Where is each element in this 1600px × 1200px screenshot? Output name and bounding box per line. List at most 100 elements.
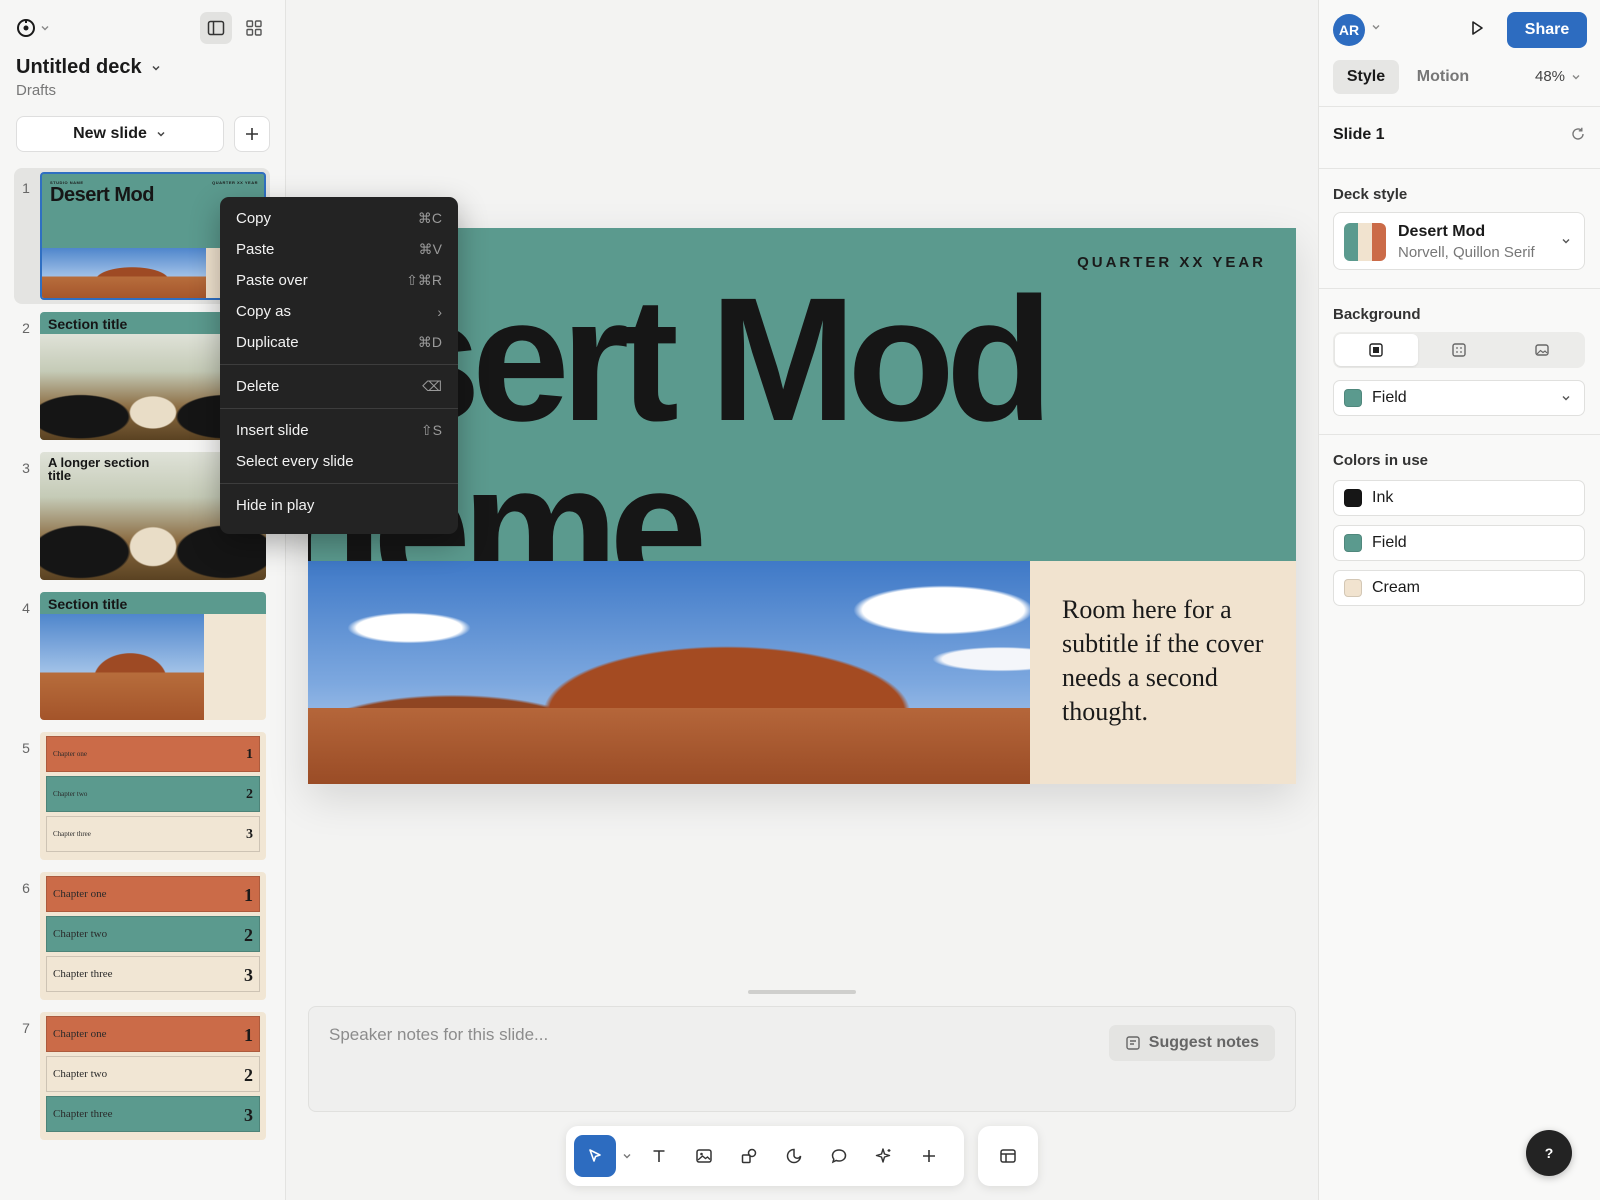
menu-item-label: Hide in play (236, 497, 315, 514)
deck-style-select[interactable]: Desert Mod Norvell, Quillon Serif (1333, 212, 1585, 270)
background-solid-button[interactable] (1335, 334, 1418, 366)
zoom-level: 48% (1535, 68, 1566, 85)
chapter-label: Chapter one (53, 1028, 107, 1040)
background-image-button[interactable] (1500, 334, 1583, 366)
deck-title-button[interactable]: Untitled deck (16, 56, 162, 79)
menu-item-label: Copy as (236, 303, 292, 320)
layout-button[interactable] (987, 1135, 1029, 1177)
menu-item-copy-as[interactable]: Copy as › (220, 296, 458, 327)
background-color-value: Field (1372, 389, 1407, 406)
theme-swatch (1344, 223, 1386, 261)
chapter-number: 1 (244, 1025, 253, 1045)
slide-label: Slide 1 (1333, 126, 1385, 143)
slide-preview: Section title (40, 592, 266, 720)
slide-number: 5 (22, 740, 30, 756)
menu-item-label: Delete (236, 378, 280, 395)
sidebar-view-button[interactable] (200, 12, 232, 44)
thumb-title: Section title (48, 596, 128, 612)
select-tool-menu[interactable] (619, 1151, 635, 1161)
zoom-control[interactable]: 48% (1535, 68, 1581, 85)
menu-item-hide-in-play[interactable]: Hide in play (220, 490, 458, 521)
background-type-toggle (1333, 332, 1585, 368)
refresh-icon (1572, 127, 1584, 140)
menu-item-copy[interactable]: Copy ⌘C (220, 203, 458, 234)
reset-button[interactable] (1570, 126, 1586, 147)
chapter-label: Chapter three (53, 830, 91, 838)
slide-subtitle[interactable]: Room here for a subtitle if the cover ne… (1062, 593, 1282, 729)
menu-item-label: Insert slide (236, 422, 309, 439)
slide-preview: Chapter one 1 Chapter two 2 Chapter three 3 (40, 872, 266, 1000)
context-menu: Copy ⌘C Paste ⌘V Paste over ⇧⌘R Copy as › Du… (220, 197, 458, 534)
sticker-icon (786, 1148, 802, 1164)
slide-kicker-right[interactable]: QUARTER XX YEAR (1077, 254, 1266, 271)
image-tool-button[interactable] (683, 1135, 725, 1177)
tab-motion[interactable]: Motion (1403, 60, 1483, 94)
select-tool-button[interactable] (574, 1135, 616, 1177)
insert-tool-button[interactable] (908, 1135, 950, 1177)
sidebar-header (16, 12, 270, 44)
properties-panel: AR Share Style Motion 48% Slide 1 Deck s… (1318, 0, 1600, 1200)
ai-tool-button[interactable] (863, 1135, 905, 1177)
menu-item-delete[interactable]: Delete ⌫ (220, 371, 458, 402)
menu-item-insert-slide[interactable]: Insert slide ⇧S (220, 415, 458, 446)
image-icon (696, 1149, 712, 1163)
thumb-title: A longer section title (48, 455, 150, 483)
chevron-down-icon (1572, 74, 1580, 79)
chapter-row: Chapter two 2 (46, 1056, 260, 1092)
backspace-icon: ⌫ (422, 378, 442, 394)
avatar[interactable]: AR (1333, 14, 1365, 46)
chapter-row: Chapter one 1 (46, 736, 260, 772)
notes-resize-handle[interactable] (748, 990, 856, 994)
new-slide-label: New slide (73, 125, 147, 142)
background-pattern-button[interactable] (1418, 334, 1501, 366)
thumb-photo (42, 248, 206, 298)
text-tool-button[interactable] (638, 1135, 680, 1177)
menu-item-label: Paste (236, 241, 275, 258)
menu-item-label: Select every slide (236, 453, 354, 470)
help-button[interactable]: ? (1526, 1130, 1572, 1176)
slide-number: 4 (22, 600, 30, 616)
color-ink[interactable]: Ink (1333, 480, 1585, 516)
chapter-row: Chapter one 1 (46, 876, 260, 912)
sparkle-icon (875, 1148, 891, 1163)
chevron-down-icon (157, 131, 165, 137)
slide-photo[interactable] (308, 561, 1030, 784)
add-slide-button[interactable] (234, 116, 270, 152)
background-color-select[interactable]: Field (1333, 380, 1585, 416)
sticker-tool-button[interactable] (773, 1135, 815, 1177)
menu-item-paste-over[interactable]: Paste over ⇧⌘R (220, 265, 458, 296)
app-menu-button[interactable] (16, 18, 50, 38)
layout-icon (1000, 1149, 1016, 1163)
chevron-down-icon (41, 26, 49, 31)
color-field[interactable]: Field (1333, 525, 1585, 561)
menu-item-duplicate[interactable]: Duplicate ⌘D (220, 327, 458, 358)
color-cream[interactable]: Cream (1333, 570, 1585, 606)
deck-folder: Drafts (16, 82, 57, 99)
thumb-kicker-right: QUARTER XX YEAR (212, 180, 258, 185)
color-swatch (1344, 579, 1362, 597)
share-button[interactable]: Share (1507, 12, 1587, 48)
menu-item-select-every-slide[interactable]: Select every slide (220, 446, 458, 477)
plus-icon (923, 1150, 935, 1162)
suggest-notes-button[interactable]: Suggest notes (1108, 1025, 1275, 1061)
shape-tool-button[interactable] (728, 1135, 770, 1177)
slide-subtitle-box: Room here for a subtitle if the cover ne… (1030, 561, 1296, 784)
grid-view-button[interactable] (238, 12, 270, 44)
chapter-number: 3 (244, 1105, 253, 1125)
thumb-title: Desert Mod (50, 184, 154, 206)
play-button[interactable] (1467, 18, 1487, 43)
new-slide-button[interactable]: New slide (16, 116, 224, 152)
tab-style[interactable]: Style (1333, 60, 1399, 94)
chapter-row: Chapter one 1 (46, 1016, 260, 1052)
chapter-label: Chapter one (53, 750, 88, 758)
panel-divider (1319, 106, 1600, 107)
slide-number: 7 (22, 1020, 30, 1036)
menu-item-shortcut: ⇧S (420, 422, 442, 438)
notes-icon (1126, 1036, 1140, 1050)
comment-tool-button[interactable] (818, 1135, 860, 1177)
speaker-notes[interactable]: Speaker notes for this slide... Suggest … (308, 1006, 1296, 1112)
layout-toolbar (978, 1126, 1038, 1186)
menu-item-paste[interactable]: Paste ⌘V (220, 234, 458, 265)
chevron-down-icon[interactable] (1371, 22, 1381, 32)
chevron-down-icon (1562, 396, 1570, 401)
